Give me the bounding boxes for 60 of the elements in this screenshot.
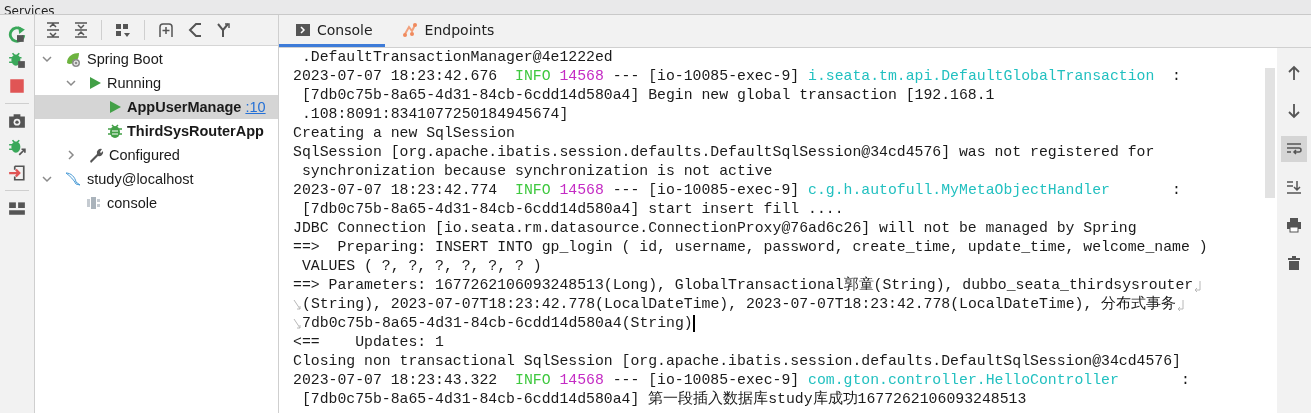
camera-icon[interactable] (8, 112, 26, 130)
expand-all-icon[interactable] (45, 22, 61, 38)
trash-icon[interactable] (1286, 255, 1302, 271)
wrench-icon (87, 147, 105, 163)
tree-item[interactable]: AppUserManage :10 (35, 95, 278, 119)
console-line: 2023-07-07 18:23:42.774 INFO 14568 --- [io-10085-exec-9] c.g.h.autofull.MyMetaObjectHandler : (293, 181, 1181, 200)
console-line: 2023-07-07 18:23:43.322 INFO 14568 --- [io-10085-exec-9] com.gton.controller.HelloController : (293, 371, 1190, 390)
console-icon (295, 21, 311, 38)
printer-icon[interactable] (1286, 217, 1302, 233)
console-line: synchronization because synchronization is not active (300, 162, 773, 181)
console-line: <== Updates: 1 (293, 333, 444, 352)
tree-item-label: AppUserManage (127, 99, 242, 115)
tab[interactable]: Endpoints (384, 15, 507, 47)
tree-item[interactable]: ThirdSysRouterApp (35, 119, 278, 143)
run-icon (87, 75, 103, 91)
tab[interactable]: Console (279, 15, 385, 47)
tree-item-label: study@localhost (87, 171, 194, 187)
console-line: Creating a new SqlSession (293, 124, 515, 143)
tree-item[interactable]: Running (35, 71, 278, 95)
soft-wrap-icon[interactable] (1286, 141, 1302, 157)
tree-item[interactable]: study@localhost (35, 167, 278, 191)
console-line: 7db0c75b-8a65-4d31-84cb-6cdd14d580a4(String) (302, 314, 693, 333)
tree-item-label: console (107, 195, 157, 211)
console-line: (String), 2023-07-07T18:23:42.778(LocalDateTime), 2023-07-07T18:23:42.778(LocalDateTime), 分布式事务 (302, 295, 1177, 314)
tree-item-label: Spring Boot (87, 51, 163, 67)
scrollbar-thumb[interactable] (1265, 68, 1275, 198)
debug-bug-icon[interactable] (8, 51, 26, 69)
group-icon[interactable] (114, 22, 132, 38)
console-line: VALUES ( ?, ?, ?, ?, ?, ? ) (300, 257, 542, 276)
tree-item[interactable]: console (35, 191, 278, 215)
rerun-icon[interactable] (8, 25, 26, 43)
scroll-end-icon[interactable] (1286, 179, 1302, 195)
add-service-icon[interactable] (157, 22, 175, 38)
console-line: .108:8091:8341077250184945674] (300, 105, 569, 124)
console-line: 2023-07-07 18:23:42.676 INFO 14568 --- [io-10085-exec-9] i.seata.tm.api.DefaultGlobalTransaction : (293, 67, 1181, 86)
tree-item-label: Configured (109, 147, 180, 163)
collapse-all-icon[interactable] (73, 22, 89, 38)
console-line: ==> Preparing: INSERT INTO gp_login ( id, username, password, create_time, update_time, welcome_name ) (293, 238, 1208, 257)
bug-icon (107, 123, 123, 139)
console-line: Closing non transactional SqlSession [org.apache.ibatis.session.defaults.DefaultSqlSession@34cd4576] (293, 352, 1181, 371)
console-line: ==> Parameters: 1677262106093248513(Long), GlobalTransactional郭童(String), dubbo_seata_thirdsysrouter (293, 276, 1194, 295)
console-line: [7db0c75b-8a65-4d31-84cb-6cdd14d580a4] 第一段插入数据库study库成功1677262106093248513 (300, 390, 1027, 409)
tree-item[interactable]: Configured (35, 143, 278, 167)
console-line: [7db0c75b-8a65-4d31-84cb-6cdd14d580a4] Begin new global transaction [192.168.1 (300, 86, 995, 105)
tree-item-label: ThirdSysRouterApp (127, 123, 264, 139)
fork-icon[interactable] (215, 22, 231, 38)
console-line: [7db0c75b-8a65-4d31-84cb-6cdd14d580a4] start insert fill .... (300, 200, 844, 219)
run-icon (107, 99, 123, 115)
stop-icon[interactable] (8, 77, 26, 95)
tree-item-label: Running (107, 75, 161, 91)
debug-attach-icon[interactable] (8, 138, 26, 156)
console-line: JDBC Connection [io.seata.rm.datasource.ConnectionProxy@76ad6c26] will not be managed by Spring (293, 219, 1137, 238)
console-line: SqlSession [org.apache.ibatis.session.defaults.DefaultSqlSession@34cd4576] was not registered for (293, 143, 1155, 162)
soft-wrap-button[interactable] (1281, 136, 1307, 162)
console-line: .DefaultTransactionManager@4e1222ed (300, 48, 613, 67)
layout-icon[interactable] (8, 199, 26, 217)
import-icon[interactable] (8, 164, 26, 182)
split-icon[interactable] (187, 22, 203, 38)
endpoints-icon (400, 21, 419, 38)
tree-item[interactable]: Spring Boot (35, 47, 278, 71)
